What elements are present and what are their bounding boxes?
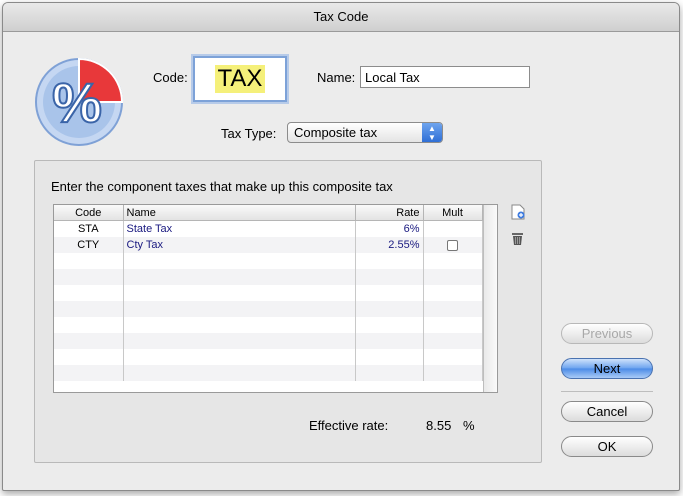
button-divider bbox=[561, 391, 653, 392]
tax-type-label: Tax Type: bbox=[221, 126, 277, 141]
code-value: TAX bbox=[214, 65, 266, 93]
code-field[interactable]: TAX bbox=[193, 56, 287, 102]
instruction-text: Enter the component taxes that make up t… bbox=[51, 179, 393, 194]
table-row[interactable] bbox=[54, 317, 483, 333]
name-field[interactable] bbox=[360, 66, 530, 88]
column-header-code[interactable]: Code bbox=[54, 205, 124, 221]
row-mult bbox=[423, 220, 483, 237]
column-header-rate[interactable]: Rate bbox=[355, 205, 424, 221]
row-rate: 6% bbox=[355, 220, 424, 237]
tax-type-value: Composite tax bbox=[294, 125, 378, 140]
effective-rate-label: Effective rate: bbox=[309, 418, 389, 433]
column-header-mult[interactable]: Mult bbox=[423, 205, 483, 221]
next-button[interactable]: Next bbox=[561, 358, 653, 379]
ok-button[interactable]: OK bbox=[561, 436, 653, 457]
row-name: Cty Tax bbox=[123, 237, 356, 253]
table-row[interactable] bbox=[54, 301, 483, 317]
delete-row-icon[interactable] bbox=[511, 232, 524, 246]
previous-button[interactable]: Previous bbox=[561, 323, 653, 344]
svg-text:%: % bbox=[52, 71, 102, 134]
cancel-button[interactable]: Cancel bbox=[561, 401, 653, 422]
table-row[interactable] bbox=[54, 285, 483, 301]
table-row[interactable] bbox=[54, 253, 483, 269]
table-row[interactable] bbox=[54, 333, 483, 349]
tax-code-window: Tax Code % Code: TAX Name: Tax Type: Com… bbox=[2, 2, 680, 491]
table-row[interactable]: CTY Cty Tax 2.55% bbox=[54, 237, 483, 253]
select-arrows-icon: ▲ ▼ bbox=[422, 123, 442, 142]
code-label: Code: bbox=[153, 70, 188, 85]
row-name: State Tax bbox=[123, 220, 356, 237]
table-row[interactable]: STA State Tax 6% bbox=[54, 220, 483, 237]
table-row[interactable] bbox=[54, 365, 483, 381]
mult-checkbox[interactable] bbox=[447, 239, 458, 251]
table-row[interactable] bbox=[54, 269, 483, 285]
effective-rate-unit: % bbox=[463, 418, 475, 433]
column-header-name[interactable]: Name bbox=[123, 205, 356, 221]
add-row-icon[interactable] bbox=[511, 204, 525, 220]
tax-type-select[interactable]: Composite tax ▲ ▼ bbox=[287, 122, 443, 143]
components-table[interactable]: Code Name Rate Mult STA State Tax 6% CTY… bbox=[53, 204, 498, 393]
row-mult bbox=[423, 237, 483, 253]
window-title: Tax Code bbox=[3, 3, 679, 32]
table-header: Code Name Rate Mult bbox=[54, 205, 483, 221]
row-code: CTY bbox=[54, 237, 124, 253]
table-row[interactable] bbox=[54, 349, 483, 365]
row-rate: 2.55% bbox=[355, 237, 424, 253]
percent-icon: % bbox=[33, 56, 125, 148]
effective-rate-value: 8.55 bbox=[426, 418, 452, 433]
name-label: Name: bbox=[317, 70, 356, 85]
row-code: STA bbox=[54, 220, 124, 237]
table-scrollbar[interactable] bbox=[483, 205, 497, 392]
